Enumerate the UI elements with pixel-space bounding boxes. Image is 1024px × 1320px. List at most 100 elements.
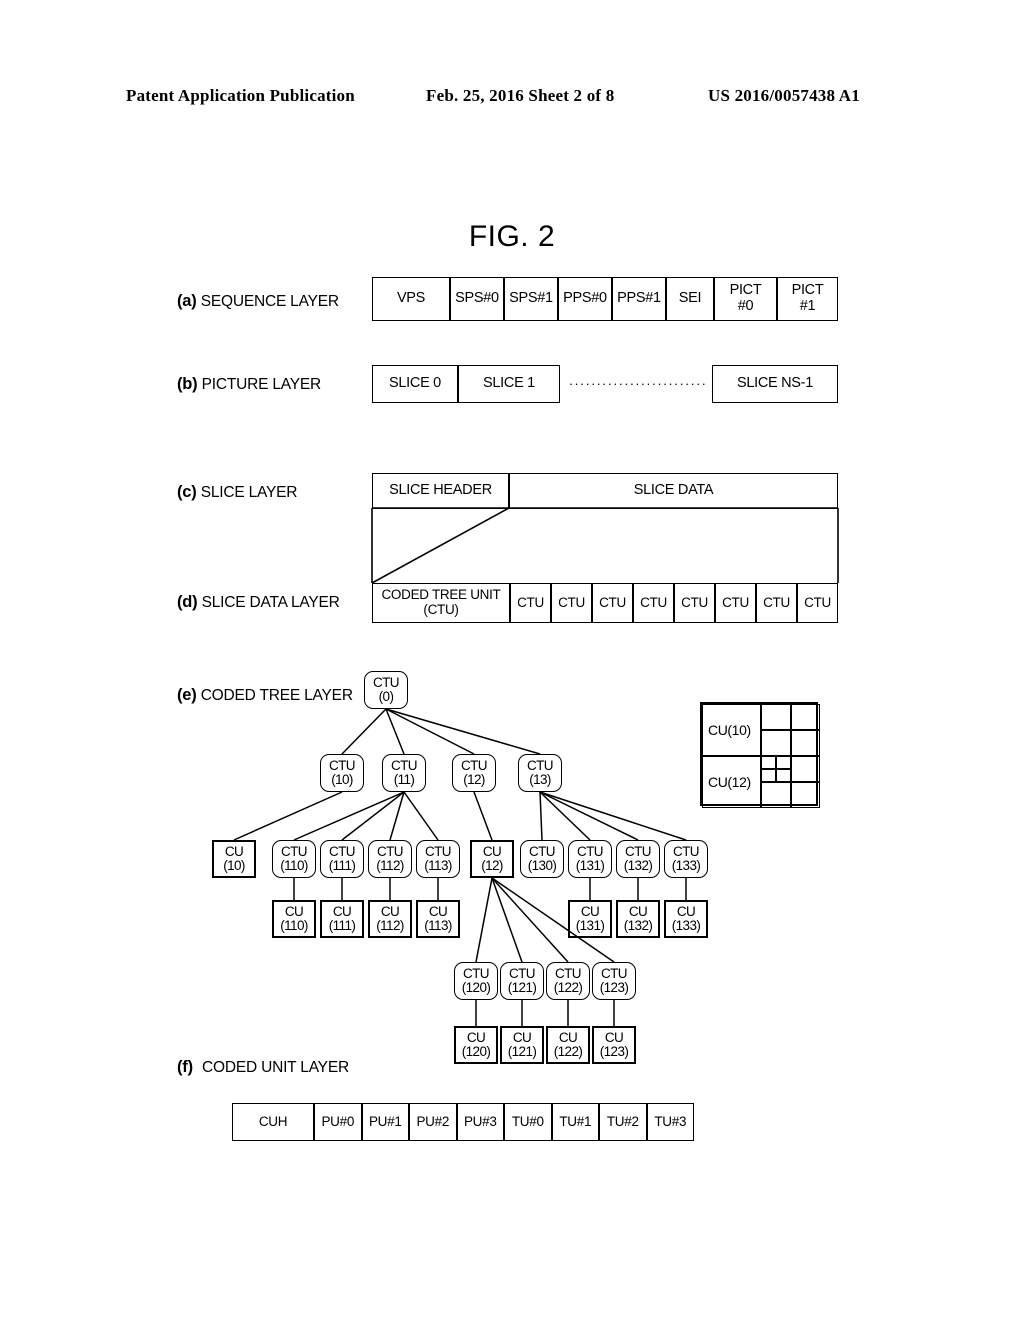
tree-node-cu113-index: (113): [424, 918, 452, 933]
tree-node-ctu11: CTU (11): [382, 754, 426, 792]
sequence-layer-cell-5-label: SEI: [678, 290, 702, 307]
tree-node-ctu120-index: (120): [461, 980, 491, 995]
picture-layer-cell-2: SLICE NS-1: [712, 365, 838, 403]
slice-data-layer-cell-5-label: CTU: [681, 594, 708, 610]
row-text-d: SLICE DATA LAYER: [201, 594, 340, 611]
tree-node-cu121: CU (121): [500, 1026, 544, 1064]
tree-edge-ctu10-cu10: [233, 791, 343, 841]
tree-node-ctu120-type: CTU: [463, 966, 490, 982]
quadtree-leafcell-2: [761, 769, 776, 782]
coded-unit-layer-cell-1: PU#0: [314, 1103, 362, 1141]
tree-node-ctu13-index: (13): [529, 772, 551, 787]
quadtree-subcell-tr-1: [790, 704, 820, 730]
sequence-layer-cell-7: PICT #1: [777, 277, 838, 321]
tree-node-ctu122-index: (122): [553, 980, 583, 995]
tree-node-ctu11-index: (11): [393, 772, 415, 787]
tree-node-cu120-type: CU: [466, 1030, 486, 1046]
tree-node-ctu111-type: CTU: [329, 844, 356, 860]
header-patent-number: US 2016/0057438 A1: [708, 86, 860, 105]
picture-layer-cell-1: SLICE 1: [458, 365, 560, 403]
tree-node-cu122-type: CU: [558, 1030, 578, 1046]
row-label-slice-layer: (c) SLICE LAYER: [177, 483, 297, 502]
tree-node-cu133-type: CU: [676, 904, 696, 920]
tree-node-cu111-type: CU: [332, 904, 352, 920]
tree-node-ctu121: CTU (121): [500, 962, 544, 1000]
tree-node-cu10-index: (10): [223, 858, 245, 873]
tree-node-cu113: CU (113): [416, 900, 460, 938]
tree-node-ctu123-type: CTU: [601, 966, 628, 982]
tree-node-cu12-type: CU: [482, 844, 502, 860]
row-tag-f: (f): [177, 1058, 193, 1076]
coded-unit-layer-cell-4-label: PU#3: [463, 1113, 497, 1129]
tree-node-cu123-type: CU: [604, 1030, 624, 1046]
sequence-layer-cell-3-label: PPS#0: [563, 290, 607, 307]
tree-node-cu132-index: (132): [623, 918, 653, 933]
tree-node-cu113-type: CU: [428, 904, 448, 920]
tree-node-ctu130: CTU (130): [520, 840, 564, 878]
tree-edge-cu12-ctu121: [491, 877, 523, 963]
tree-edge-ctu11-ctu113: [403, 791, 439, 841]
sequence-layer-cell-6: PICT #0: [714, 277, 777, 321]
coded-unit-layer-cell-8: TU#3: [646, 1103, 694, 1141]
tree-node-cu120: CU (120): [454, 1026, 498, 1064]
quadtree-leafcell-1: [775, 756, 791, 769]
tree-node-cu131: CU (131): [568, 900, 612, 938]
tree-node-ctu112-index: (112): [376, 858, 404, 873]
tree-node-ctu12-index: (12): [463, 772, 485, 787]
tree-node-cu133-index: (133): [671, 918, 701, 933]
tree-node-ctu130-type: CTU: [529, 844, 556, 860]
quadtree-subcell-br-3: [790, 782, 820, 808]
coded-unit-layer-cell-5: TU#0: [504, 1103, 552, 1141]
slice-layer-cell-1: SLICE DATA: [509, 473, 838, 509]
tree-node-cu111-index: (111): [328, 918, 356, 933]
tree-node-ctu10-type: CTU: [329, 758, 356, 774]
sequence-layer-cell-6-label2: #0: [737, 298, 754, 314]
tree-node-ctu122-type: CTU: [555, 966, 582, 982]
tree-node-ctu10: CTU (10): [320, 754, 364, 792]
sequence-layer-cell-7-label2: #1: [799, 298, 816, 314]
sequence-layer-cell-0: VPS: [372, 277, 450, 321]
slice-data-layer-cell-5: CTU: [674, 583, 715, 623]
tree-node-ctu132-type: CTU: [625, 844, 652, 860]
tree-node-cu133: CU (133): [664, 900, 708, 938]
tree-node-ctu133-type: CTU: [673, 844, 700, 860]
tree-node-cu132-type: CU: [628, 904, 648, 920]
picture-layer-cell-2-label: SLICE NS-1: [737, 375, 813, 392]
tree-node-ctu132: CTU (132): [616, 840, 660, 878]
row-label-coded-unit-layer: (f) CODED UNIT LAYER: [177, 1058, 349, 1077]
quadtree-subcell-tr-3: [790, 730, 820, 756]
tree-node-cu123-index: (123): [599, 1044, 629, 1059]
tree-node-cu10: CU (10): [212, 840, 256, 878]
slice-data-layer-cell-0: CODED TREE UNIT (CTU): [372, 583, 510, 623]
tree-node-ctu0-index: (0): [378, 689, 394, 704]
tree-node-cu120-index: (120): [461, 1044, 491, 1059]
patent-page: Patent Application Publication Feb. 25, …: [0, 0, 1024, 1320]
slice-data-layer-cell-2: CTU: [551, 583, 592, 623]
tree-node-ctu12: CTU (12): [452, 754, 496, 792]
tree-node-ctu122: CTU (122): [546, 962, 590, 1000]
coded-unit-layer-cell-0: CUH: [232, 1103, 314, 1141]
row-text-c: SLICE LAYER: [200, 484, 298, 501]
row-tag-a: (a): [177, 292, 197, 310]
picture-layer-cell-0-label: SLICE 0: [389, 375, 441, 392]
quadtree-leafcell-3: [775, 769, 791, 782]
slice-data-connector: [371, 507, 510, 584]
tree-node-ctu120: CTU (120): [454, 962, 498, 1000]
slice-data-layer-cell-3-label: CTU: [599, 594, 626, 610]
row-label-sequence-layer: (a) SEQUENCE LAYER: [177, 292, 339, 311]
tree-node-cu131-index: (131): [575, 918, 605, 933]
tree-node-ctu110: CTU (110): [272, 840, 316, 878]
sequence-layer-cell-4: PPS#1: [612, 277, 666, 321]
slice-data-layer-cell-2-label: CTU: [558, 594, 585, 610]
tree-node-ctu111-index: (111): [328, 858, 356, 873]
quadtree-leafcell-0: [761, 756, 776, 769]
tree-node-cu12-index: (12): [481, 858, 503, 873]
slice-data-layer-cell-8-label: CTU: [804, 594, 831, 610]
tree-node-ctu133: CTU (133): [664, 840, 708, 878]
tree-node-ctu110-index: (110): [280, 858, 308, 873]
slice-data-layer-cell-4-label: CTU: [640, 594, 667, 610]
slice-data-layer-cell-0-label2: (CTU): [423, 602, 459, 617]
row-text-f: CODED UNIT LAYER: [202, 1059, 349, 1076]
sequence-layer-cell-5: SEI: [666, 277, 714, 321]
row-tag-c: (c): [177, 483, 197, 501]
